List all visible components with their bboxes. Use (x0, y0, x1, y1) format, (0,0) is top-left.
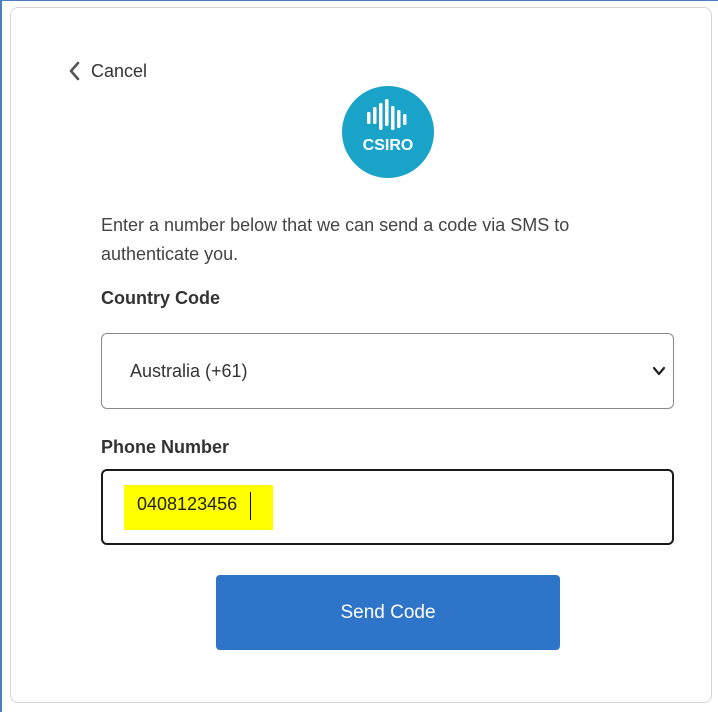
country-code-select[interactable]: Australia (+61) (101, 333, 674, 409)
phone-number-label: Phone Number (101, 437, 230, 457)
country-code-label: Country Code (101, 288, 220, 308)
chevron-down-icon (652, 366, 666, 376)
send-code-label: Send Code (340, 601, 436, 623)
auth-card: Cancel CSIRO Enter a number below that w… (10, 7, 712, 703)
intro-text: Enter a number below that we can send a … (101, 215, 570, 264)
send-code-button[interactable]: Send Code (216, 575, 560, 650)
phone-number-input[interactable]: 0408123456 (101, 469, 674, 545)
window-frame: Cancel CSIRO Enter a number below that w… (0, 0, 718, 712)
chevron-left-icon (69, 61, 80, 81)
text-cursor (250, 492, 251, 520)
phone-number-value: 0408123456 (137, 494, 238, 514)
logo-text: CSIRO (363, 137, 414, 154)
cancel-label: Cancel (91, 60, 148, 81)
csiro-logo: CSIRO (342, 86, 434, 178)
country-code-value: Australia (+61) (130, 361, 248, 381)
cancel-link[interactable]: Cancel (67, 60, 147, 82)
